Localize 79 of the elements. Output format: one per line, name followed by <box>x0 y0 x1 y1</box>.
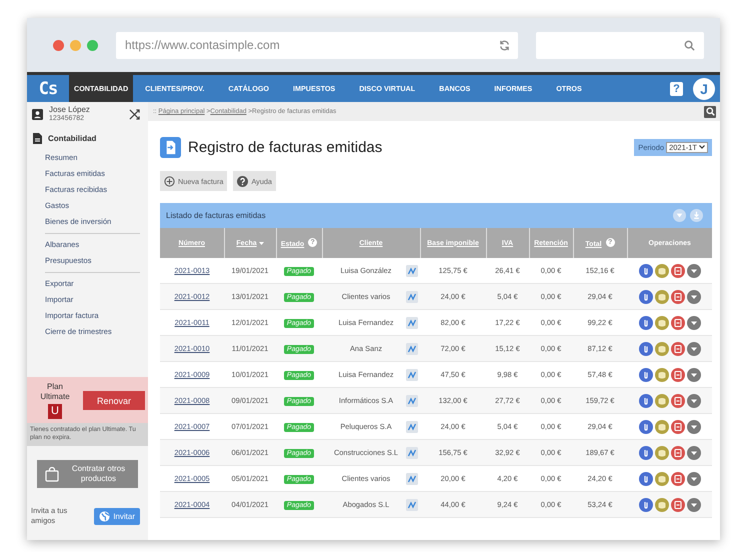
coins-icon[interactable] <box>654 368 668 382</box>
pdf-icon[interactable] <box>670 264 684 278</box>
more-icon[interactable] <box>686 394 700 408</box>
bag-icon <box>45 466 59 482</box>
plan-badge: U <box>48 404 62 419</box>
section-title: Contabilidad <box>48 134 96 143</box>
search-icon <box>706 107 714 116</box>
more-icon[interactable] <box>686 446 700 460</box>
chart-icon[interactable] <box>406 316 418 328</box>
coins-icon[interactable] <box>654 316 668 330</box>
plan-label: Plan Ultimate <box>39 382 71 402</box>
invite-button[interactable]: Invitar <box>94 508 140 524</box>
attachment-icon[interactable] <box>638 316 652 330</box>
attachment-icon[interactable] <box>638 342 652 356</box>
coins-icon[interactable] <box>654 472 668 486</box>
address-bar[interactable]: https://www.contasimple.com <box>116 32 518 58</box>
attachment-icon[interactable] <box>638 472 652 486</box>
close-button[interactable] <box>53 40 64 50</box>
coins-icon[interactable] <box>654 342 668 356</box>
chart-icon[interactable] <box>406 498 418 510</box>
help-icon <box>237 176 248 186</box>
chart-icon[interactable] <box>406 472 418 484</box>
avatar[interactable]: J <box>693 78 715 100</box>
coins-icon[interactable] <box>654 264 668 278</box>
chart-icon[interactable] <box>406 290 418 302</box>
coins-icon[interactable] <box>654 420 668 434</box>
pdf-icon[interactable] <box>670 368 684 382</box>
more-icon[interactable] <box>686 472 700 486</box>
attachment-icon[interactable] <box>638 264 652 278</box>
pdf-icon[interactable] <box>670 342 684 356</box>
pdf-icon[interactable] <box>670 498 684 512</box>
shuffle-icon[interactable] <box>129 108 140 120</box>
attachment-icon[interactable] <box>638 498 652 512</box>
browser-search-field[interactable] <box>536 32 704 58</box>
chart-icon[interactable] <box>406 368 418 380</box>
help-button[interactable]: ? <box>670 82 683 96</box>
attachment-icon[interactable] <box>638 394 652 408</box>
attachment-icon[interactable] <box>638 290 652 304</box>
pdf-icon[interactable] <box>670 472 684 486</box>
page-title: Registro de facturas emitidas <box>188 138 382 156</box>
invoice-icon <box>160 136 181 158</box>
more-icon[interactable] <box>686 342 700 356</box>
chart-icon[interactable] <box>406 342 418 354</box>
document-icon <box>33 133 42 144</box>
coins-icon[interactable] <box>654 446 668 460</box>
reload-icon[interactable] <box>499 40 510 50</box>
plus-icon <box>164 176 175 186</box>
attachment-icon[interactable] <box>638 446 652 460</box>
attachment-icon[interactable] <box>638 420 652 434</box>
panel-title: Listado de facturas emitidas <box>166 211 266 220</box>
more-icon[interactable] <box>686 420 700 434</box>
pdf-icon[interactable] <box>670 316 684 330</box>
logo[interactable]: Cs <box>27 78 69 98</box>
chart-icon[interactable] <box>406 394 418 406</box>
chart-icon[interactable] <box>406 264 418 276</box>
globe-icon <box>99 510 110 522</box>
chart-icon[interactable] <box>406 446 418 458</box>
search-icon <box>684 40 695 50</box>
renew-button[interactable]: Renovar <box>83 391 145 410</box>
coins-icon[interactable] <box>654 498 668 512</box>
more-icon[interactable] <box>686 316 700 330</box>
search-button[interactable] <box>704 106 716 118</box>
pdf-icon[interactable] <box>670 446 684 460</box>
more-icon[interactable] <box>686 264 700 278</box>
sort-icon <box>258 242 264 244</box>
chart-icon[interactable] <box>406 420 418 432</box>
pdf-icon[interactable] <box>670 394 684 408</box>
coins-icon[interactable] <box>654 394 668 408</box>
coins-icon[interactable] <box>654 290 668 304</box>
user-name: Jose López <box>49 105 91 114</box>
more-icon[interactable] <box>686 498 700 512</box>
products-button[interactable]: Contratar otros productos <box>37 460 138 488</box>
more-icon[interactable] <box>686 368 700 382</box>
user-icon <box>32 108 43 120</box>
pdf-icon[interactable] <box>670 290 684 304</box>
caret-icon <box>699 145 705 149</box>
attachment-icon[interactable] <box>638 368 652 382</box>
pdf-icon[interactable] <box>670 420 684 434</box>
more-icon[interactable] <box>686 290 700 304</box>
